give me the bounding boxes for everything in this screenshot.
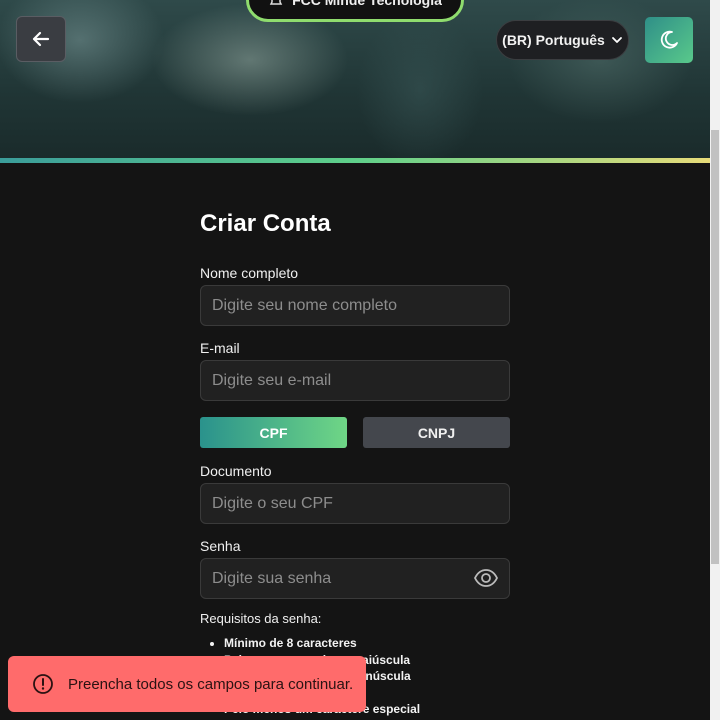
brand-pill: FCC Mindé Tecnologia (246, 0, 464, 22)
back-button[interactable] (16, 16, 66, 62)
hero-accent-stripe (0, 158, 710, 163)
name-label: Nome completo (200, 265, 299, 281)
email-input[interactable] (200, 360, 510, 401)
document-input[interactable] (200, 483, 510, 524)
arrow-left-icon (32, 31, 50, 47)
moon-icon (660, 30, 678, 49)
name-input[interactable] (200, 285, 510, 326)
requirement-item: Mínimo de 8 caracteres (224, 635, 510, 652)
password-input[interactable] (200, 558, 510, 599)
page-title: Criar Conta (200, 210, 331, 237)
email-label: E-mail (200, 340, 240, 356)
document-type-toggle: CPF CNPJ (200, 417, 510, 448)
scrollbar-thumb[interactable] (711, 130, 719, 564)
signup-form: Criar Conta Nome completo E-mail CPF CNP… (200, 200, 510, 718)
toast-message: Preencha todos os campos para continuar. (68, 675, 354, 693)
language-selector[interactable]: (BR) Português (496, 20, 629, 60)
alert-circle-icon (33, 674, 53, 694)
brand-text: FCC Mindé Tecnologia (292, 0, 442, 8)
signup-page: FCC Mindé Tecnologia (BR) Português Cria… (0, 0, 720, 720)
theme-toggle-button[interactable] (645, 17, 693, 63)
error-toast[interactable]: Preencha todos os campos para continuar. (8, 656, 366, 712)
cnpj-button[interactable]: CNPJ (363, 417, 510, 448)
password-field (200, 558, 510, 599)
document-label: Documento (200, 463, 272, 479)
password-label: Senha (200, 538, 241, 554)
chevron-down-icon (611, 37, 622, 43)
bell-icon (269, 0, 283, 5)
cpf-button[interactable]: CPF (200, 417, 347, 448)
eye-icon[interactable] (474, 568, 498, 588)
language-label: (BR) Português (502, 32, 605, 48)
requirements-title: Requisitos da senha: (200, 611, 322, 626)
